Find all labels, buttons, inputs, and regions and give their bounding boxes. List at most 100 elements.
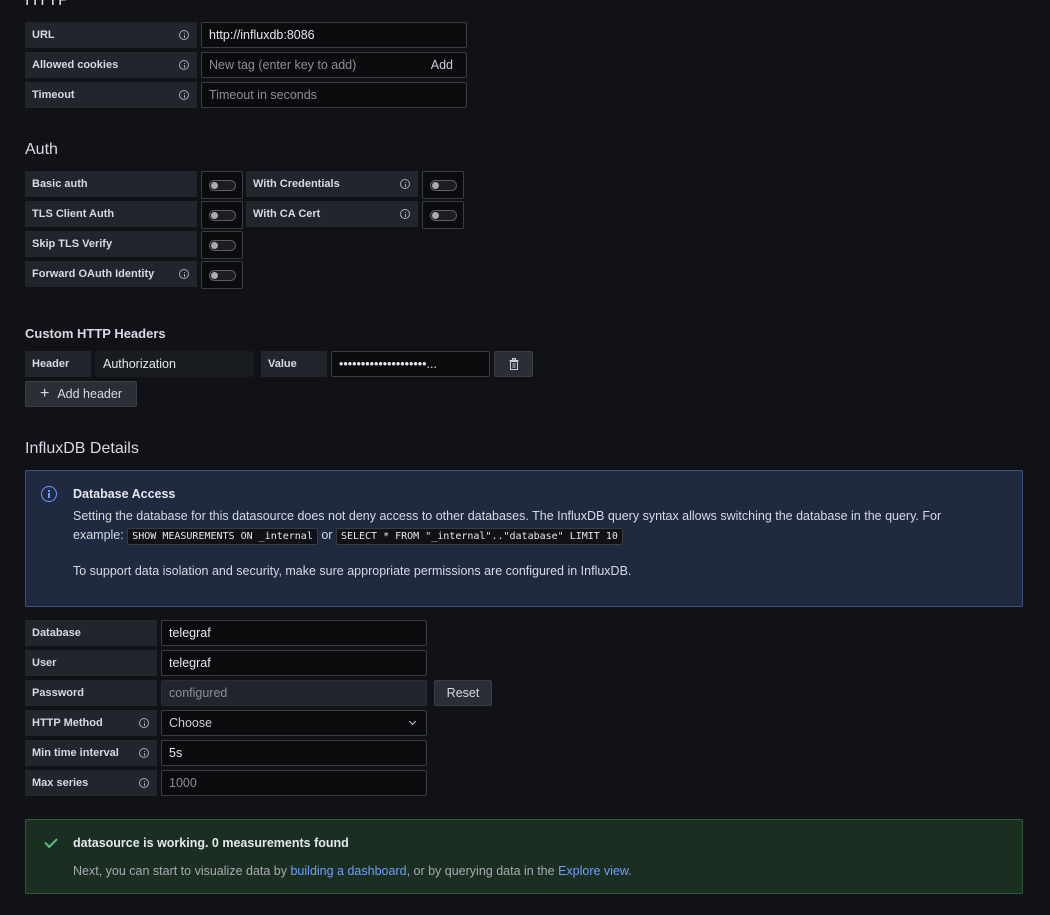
explore-view-link[interactable]: Explore view [558,864,628,878]
status-text-after: . [628,864,632,878]
info-circle-icon [41,486,57,502]
user-label: User [25,650,157,676]
tls-client-auth-label: TLS Client Auth [25,201,197,227]
url-label-text: URL [32,29,55,41]
url-label: URL [25,22,197,48]
password-input: configured [161,680,427,706]
delete-header-button[interactable] [494,351,533,377]
with-credentials-label: With Credentials [246,171,418,197]
forward-oauth-toggle[interactable] [201,261,243,289]
user-label-text: User [32,657,57,669]
toggle-knob [432,212,439,219]
influxdb-details-title: InfluxDB Details [25,440,139,457]
toggle-knob [432,182,439,189]
forward-oauth-label-text: Forward OAuth Identity [32,268,155,280]
basic-auth-label-text: Basic auth [32,178,88,190]
code-select-query: SELECT * FROM "_internal".."database" LI… [335,528,623,545]
toggle-track [430,210,457,221]
basic-auth-label: Basic auth [25,171,197,197]
tls-client-auth-toggle[interactable] [201,201,243,229]
min-time-interval-label-text: Min time interval [32,747,119,759]
timeout-input[interactable]: Timeout in seconds [201,82,467,108]
toggle-knob [211,182,218,189]
status-text: Next, you can start to visualize data by… [73,864,632,878]
timeout-label: Timeout [25,82,197,108]
toggle-track [209,210,236,221]
info-icon[interactable] [400,179,410,189]
database-input[interactable]: telegraf [161,620,427,646]
skip-tls-verify-toggle[interactable] [201,231,243,259]
status-title: datasource is working. 0 measurements fo… [73,836,349,850]
alert-or: or [321,528,333,542]
chevron-down-icon [408,717,417,726]
min-time-interval-label: Min time interval [25,740,157,766]
add-cookie-button[interactable]: Add [431,58,453,72]
tls-client-auth-label-text: TLS Client Auth [32,208,115,220]
info-icon[interactable] [139,748,149,758]
info-icon[interactable] [179,269,189,279]
alert-text-line2: example: SHOW MEASUREMENTS ON _internal … [73,528,623,545]
user-input[interactable]: telegraf [161,650,427,676]
allowed-cookies-label-text: Allowed cookies [32,59,119,71]
reset-password-button[interactable]: Reset [434,680,492,706]
header-name-input[interactable]: Authorization [95,351,254,377]
check-icon [44,834,58,849]
with-ca-cert-label: With CA Cert [246,201,418,227]
skip-tls-verify-label: Skip TLS Verify [25,231,197,257]
timeout-label-text: Timeout [32,89,75,101]
with-credentials-label-text: With Credentials [253,178,340,190]
building-dashboard-link[interactable]: building a dashboard [290,864,406,878]
forward-oauth-label: Forward OAuth Identity [25,261,197,287]
http-method-select[interactable]: Choose [161,710,427,736]
info-icon[interactable] [139,778,149,788]
allowed-cookies-label: Allowed cookies [25,52,197,78]
add-header-button[interactable]: + Add header [25,381,137,407]
info-icon[interactable] [179,30,189,40]
toggle-knob [211,242,218,249]
http-method-label-text: HTTP Method [32,717,103,729]
plus-icon: + [40,385,50,402]
alert-text-line3: To support data isolation and security, … [73,564,632,578]
with-ca-cert-label-text: With CA Cert [253,208,321,220]
auth-section-title: Auth [25,141,58,158]
info-icon[interactable] [139,718,149,728]
status-text-middle: , or by querying data in the [406,864,555,878]
header-label: Header [25,351,91,377]
info-icon[interactable] [400,209,410,219]
toggle-knob [211,212,218,219]
alert-example-label: example: [73,528,124,542]
database-label-text: Database [32,627,81,639]
header-value-input[interactable]: ••••••••••••••••••••... [331,351,490,377]
min-time-interval-input[interactable]: 5s [161,740,427,766]
custom-headers-title: Custom HTTP Headers [25,326,166,341]
skip-tls-verify-label-text: Skip TLS Verify [32,238,113,250]
password-label-text: Password [32,687,84,699]
toggle-track [209,240,236,251]
http-section-title: HTTP [25,0,69,10]
alert-text-line1: Setting the database for this datasource… [73,509,942,523]
http-method-value: Choose [169,716,213,730]
toggle-track [209,270,236,281]
value-label-text: Value [268,358,297,370]
toggle-track [430,180,457,191]
allowed-cookies-placeholder: New tag (enter key to add) [209,58,357,72]
password-label: Password [25,680,157,706]
max-series-input[interactable]: 1000 [161,770,427,796]
basic-auth-toggle[interactable] [201,171,243,199]
add-header-label: Add header [57,387,122,401]
max-series-label: Max series [25,770,157,796]
with-credentials-toggle[interactable] [422,171,464,199]
toggle-track [209,180,236,191]
database-label: Database [25,620,157,646]
url-input[interactable]: http://influxdb:8086 [201,22,467,48]
alert-title: Database Access [73,487,176,501]
info-icon[interactable] [179,90,189,100]
database-access-alert: Database Access Setting the database for… [25,470,1023,607]
http-method-label: HTTP Method [25,710,157,736]
datasource-status-alert: datasource is working. 0 measurements fo… [25,819,1023,894]
toggle-knob [211,272,218,279]
allowed-cookies-input[interactable]: New tag (enter key to add) Add [201,52,467,78]
info-icon[interactable] [179,60,189,70]
status-text-before: Next, you can start to visualize data by [73,864,287,878]
with-ca-cert-toggle[interactable] [422,201,464,229]
